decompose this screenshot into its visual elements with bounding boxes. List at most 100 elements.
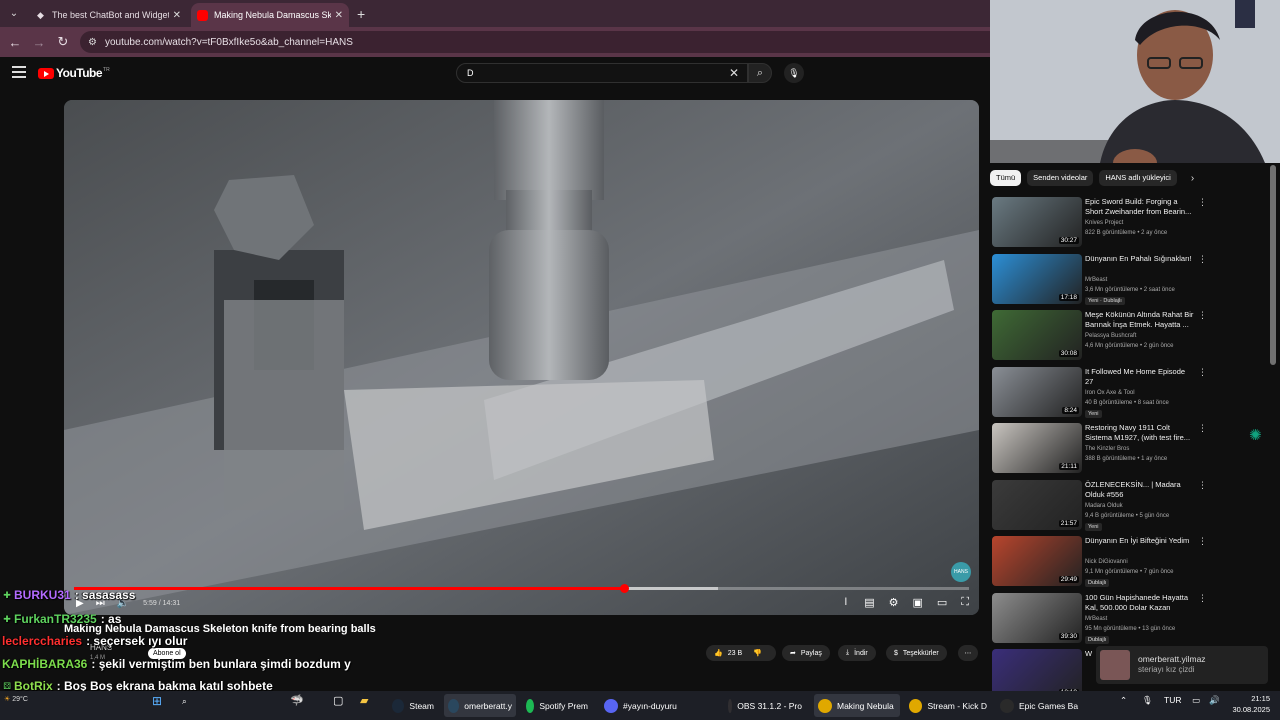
recommended-video[interactable]: 39:30 100 Gün Hapishanede Hayatta Kal, 50… bbox=[992, 592, 1272, 645]
video-title[interactable]: It Followed Me Home Episode 27 bbox=[1085, 367, 1195, 387]
more-vertical-icon[interactable]: ⋮ bbox=[1198, 536, 1207, 547]
file-explorer-icon[interactable]: ▰ bbox=[360, 694, 368, 707]
video-title[interactable]: Epic Sword Build: Forging a Short Zweiha… bbox=[1085, 197, 1195, 217]
more-vertical-icon[interactable]: ⋮ bbox=[1198, 480, 1207, 491]
channel-name[interactable]: Knives Project bbox=[1085, 220, 1123, 226]
search-input[interactable]: D ✕ bbox=[456, 63, 748, 83]
clear-search-icon[interactable]: ✕ bbox=[729, 64, 739, 82]
taskbar-app[interactable]: Steam bbox=[388, 694, 438, 717]
channel-name[interactable]: The Kinzler Bros bbox=[1085, 446, 1129, 452]
youtube-logo[interactable]: YouTube TR bbox=[38, 66, 110, 80]
microphone-icon[interactable]: 🎙 bbox=[1142, 695, 1153, 706]
recommended-video[interactable]: 29:49 Dünyanın En İyi Bifteğini Yedim Nick… bbox=[992, 536, 1272, 588]
search-button[interactable]: ⌕ bbox=[748, 63, 772, 83]
back-arrow-icon[interactable]: ← bbox=[3, 35, 27, 50]
settings-gear-icon[interactable]: ⚙ bbox=[889, 596, 899, 609]
scrollbar[interactable] bbox=[1270, 165, 1276, 365]
video-title[interactable]: Meşe Kökünün Altında Rahat Bir Barınak İ… bbox=[1085, 310, 1195, 330]
more-vertical-icon[interactable]: ⋮ bbox=[1198, 197, 1207, 208]
system-clock[interactable]: 21:15 30.08.2025 bbox=[1228, 693, 1270, 715]
weather-widget[interactable]: ☀ 29°C bbox=[4, 693, 44, 718]
reload-icon[interactable]: ↻ bbox=[51, 34, 75, 50]
miniplayer-icon[interactable]: ▣ bbox=[912, 596, 922, 609]
tab-search-dropdown[interactable]: ⌄ bbox=[3, 3, 25, 25]
url-input[interactable]: ⚙ youtube.com/watch?v=tF0BxfIke5o&ab_cha… bbox=[80, 31, 990, 53]
taskbar-app[interactable]: omerberatt.y bbox=[444, 694, 516, 717]
close-icon[interactable]: ✕ bbox=[173, 10, 181, 21]
video-thumbnail[interactable]: 29:49 bbox=[992, 536, 1082, 586]
theater-mode-icon[interactable]: ▭ bbox=[937, 596, 947, 609]
channel-name[interactable]: Nick DiGiovanni bbox=[1085, 559, 1128, 565]
video-title[interactable]: Dünyanın En Pahalı Sığınakları! bbox=[1085, 254, 1195, 264]
video-thumbnail[interactable]: 17:18 bbox=[992, 253, 1082, 304]
more-vertical-icon[interactable]: ⋮ bbox=[1198, 367, 1207, 378]
video-thumbnail[interactable]: 30:08 bbox=[992, 310, 1082, 360]
recommended-video[interactable]: 17:18 Dünyanın En Pahalı Sığınakları! MrBe… bbox=[992, 253, 1272, 306]
channel-name[interactable]: MrBeast bbox=[1085, 616, 1107, 622]
chip-uploader[interactable]: HANS adlı yükleyici bbox=[1099, 170, 1177, 186]
video-thumbnail[interactable]: 21:11 bbox=[992, 423, 1082, 473]
forward-arrow-icon[interactable]: → bbox=[27, 35, 51, 50]
menu-icon[interactable] bbox=[12, 66, 26, 81]
video-title[interactable]: ÖZLENECEKSİN... | Madara Olduk #556 bbox=[1085, 480, 1195, 500]
speaker-icon[interactable]: 🔊 bbox=[1209, 695, 1220, 706]
task-view-icon[interactable]: ▢ bbox=[333, 694, 343, 707]
shark-app-icon[interactable]: 🦈 bbox=[290, 694, 304, 707]
video-title[interactable]: Dünyanın En İyi Bifteğini Yedim bbox=[1085, 536, 1195, 546]
more-vertical-icon[interactable]: ⋮ bbox=[1198, 254, 1207, 265]
tab-chatbot[interactable]: ◆ The best ChatBot and Widgets f ✕ bbox=[29, 3, 187, 27]
thumbs-down-icon[interactable]: 👎 bbox=[753, 649, 762, 657]
chevron-up-icon[interactable]: ⌃ bbox=[1120, 695, 1127, 706]
video-thumbnail[interactable]: 30:27 bbox=[992, 197, 1082, 247]
language-indicator[interactable]: TUR bbox=[1164, 695, 1181, 705]
recommended-video[interactable]: 8:24 It Followed Me Home Episode 27 Iron O… bbox=[992, 366, 1272, 419]
more-vertical-icon[interactable]: ⋮ bbox=[1198, 423, 1207, 434]
fullscreen-icon[interactable]: ⛶ bbox=[961, 596, 969, 609]
more-vertical-icon[interactable]: ⋮ bbox=[1198, 310, 1207, 321]
site-info-icon[interactable]: ⚙ bbox=[88, 37, 97, 48]
video-thumbnail[interactable]: 8:24 bbox=[992, 366, 1082, 417]
recommended-video[interactable]: 30:27 Epic Sword Build: Forging a Short Z… bbox=[992, 197, 1272, 249]
taskbar-app[interactable]: Spotify Prem bbox=[522, 694, 592, 717]
chatgpt-extension-icon[interactable]: ✺ bbox=[1249, 426, 1262, 444]
channel-name[interactable]: Madara Olduk bbox=[1085, 503, 1123, 509]
more-vertical-icon[interactable]: ⋮ bbox=[1198, 593, 1207, 604]
video-progress-bar[interactable] bbox=[74, 584, 969, 593]
thanks-button[interactable]: $ Teşekkürler bbox=[886, 645, 947, 661]
search-icon[interactable]: ⌕ bbox=[182, 696, 187, 707]
channel-name[interactable]: MrBeast bbox=[1085, 277, 1107, 283]
recommended-video[interactable]: 30:08 Meşe Kökünün Altında Rahat Bir Barı… bbox=[992, 310, 1272, 362]
video-badge: Dublajlı bbox=[1085, 579, 1110, 587]
video-title[interactable]: 100 Gün Hapishanede Hayatta Kal, 500.000… bbox=[1085, 593, 1195, 613]
chip-from-you[interactable]: Senden videolar bbox=[1027, 170, 1094, 186]
tab-youtube-video[interactable]: Making Nebula Damascus Skele ✕ bbox=[191, 3, 349, 27]
network-icon[interactable]: ▭ bbox=[1192, 695, 1200, 706]
start-windows-icon[interactable]: ⊞ bbox=[152, 694, 162, 708]
close-icon[interactable]: ✕ bbox=[335, 10, 343, 21]
video-thumbnail[interactable]: 39:30 bbox=[992, 592, 1082, 643]
taskbar-app[interactable]: Stream - Kick D bbox=[905, 694, 991, 717]
video-player[interactable]: HANS ▶ ⏭ 🔈 5:59 / 14:31 ⏽ ▤ ⚙ ▣ ▭ ⛶ bbox=[64, 100, 979, 615]
channel-watermark[interactable]: HANS bbox=[951, 562, 971, 582]
channel-name[interactable]: Iron Ox Axe & Tool bbox=[1085, 390, 1135, 396]
video-title[interactable]: Restoring Navy 1911 Colt Sistema M1927, … bbox=[1085, 423, 1195, 443]
recommended-video[interactable]: 21:57 ÖZLENECEKSİN... | Madara Olduk #556… bbox=[992, 479, 1272, 532]
taskbar-app[interactable]: Making Nebula bbox=[814, 694, 900, 717]
subtitles-icon[interactable]: ▤ bbox=[864, 596, 874, 609]
like-count[interactable]: 23 B bbox=[728, 650, 742, 657]
taskbar-app[interactable]: #yayın-duyuru bbox=[600, 694, 708, 717]
channel-name[interactable]: Pelassya Bushcraft bbox=[1085, 333, 1136, 339]
recommended-video[interactable]: 21:11 Restoring Navy 1911 Colt Sistema M1… bbox=[992, 423, 1272, 475]
download-button[interactable]: ⤓ İndir bbox=[838, 645, 876, 661]
video-thumbnail[interactable]: 21:57 bbox=[992, 479, 1082, 530]
thumbs-up-icon[interactable]: 👍 bbox=[714, 649, 723, 657]
chevron-right-icon[interactable]: › bbox=[1191, 173, 1194, 184]
voice-search-button[interactable]: 🎙 bbox=[784, 63, 804, 83]
share-button[interactable]: ➦ Paylaş bbox=[782, 645, 830, 661]
more-actions-button[interactable]: ⋯ bbox=[958, 645, 978, 661]
taskbar-app[interactable]: OBS 31.1.2 - Pro bbox=[724, 694, 806, 717]
chip-all[interactable]: Tümü bbox=[990, 170, 1022, 186]
new-tab-button[interactable]: + bbox=[357, 6, 365, 22]
autoplay-toggle-icon[interactable]: ⏽ bbox=[842, 596, 851, 609]
taskbar-app[interactable]: Epic Games Ba bbox=[996, 694, 1086, 717]
